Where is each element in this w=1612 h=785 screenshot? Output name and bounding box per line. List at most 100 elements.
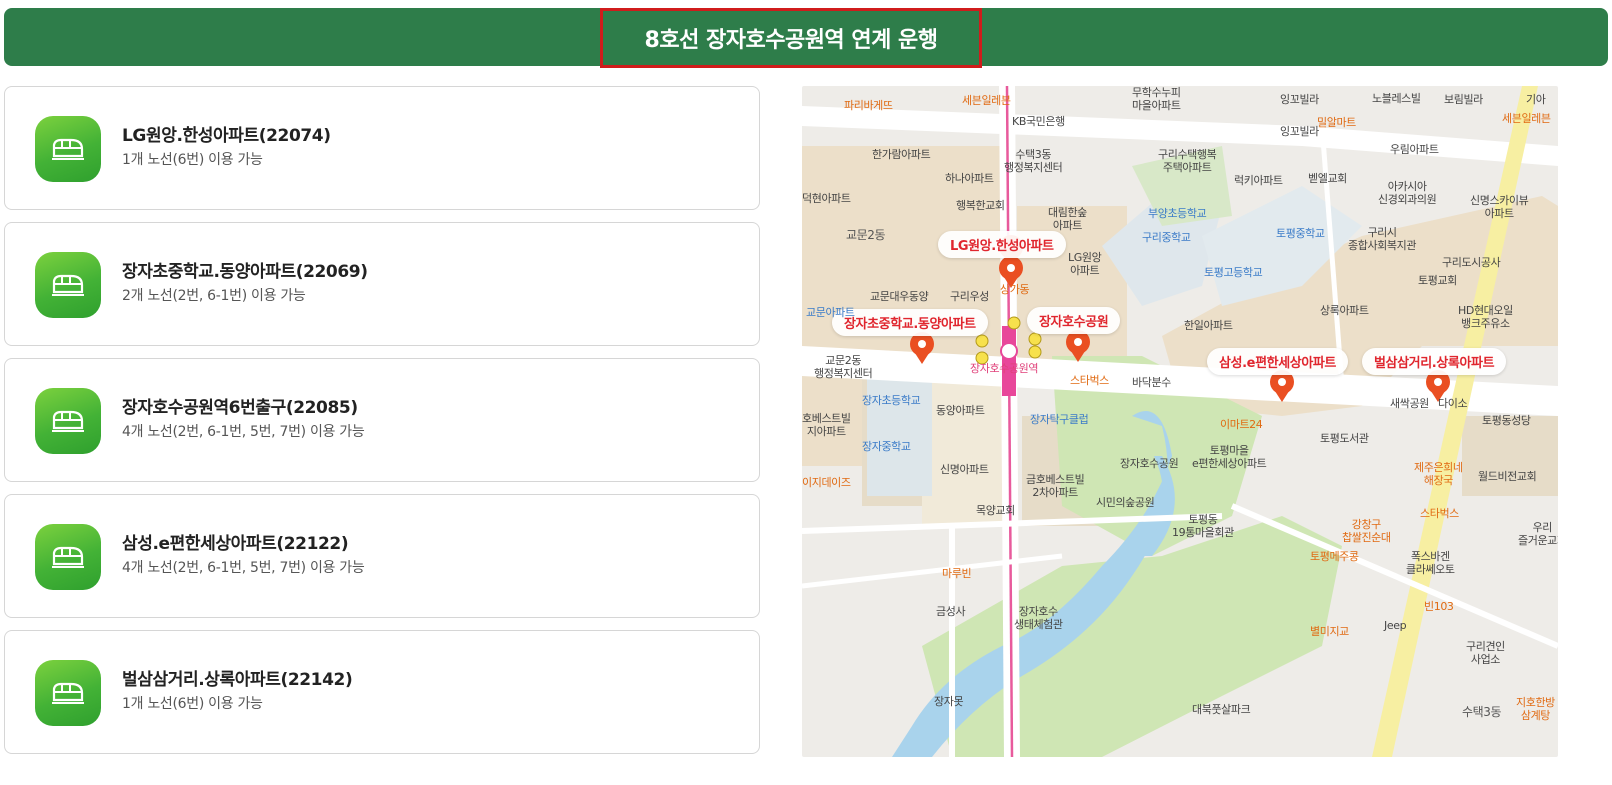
bus-stop-name: 장자호수공원역6번출구(22085) [122, 398, 358, 418]
poi-label: 장자초등학교 [862, 394, 921, 407]
bus-stop-name: LG원앙.한성아파트(22074) [122, 126, 331, 146]
poi-label: 구리중학교 [1142, 231, 1191, 244]
map-marker-label[interactable]: 장자초중학교.동양아파트 [832, 309, 988, 336]
poi-label: 장자호수 생태체험관 [1014, 605, 1063, 631]
poi-label: 토평고등학교 [1204, 266, 1263, 279]
bus-stop-name: 벌삼삼거리.상록아파트(22142) [122, 670, 353, 690]
bus-stop-icon [35, 388, 101, 454]
poi-label: KB국민은행 [1012, 115, 1065, 128]
poi-label: 구리우성 [950, 290, 989, 303]
poi-label: 폭스바겐 클라쎄오토 [1406, 550, 1455, 576]
page-title: 8호선 장자호수공원역 연계 운행 [644, 28, 938, 53]
map-marker-label[interactable]: 벌삼삼거리.상록아파트 [1362, 348, 1507, 375]
poi-label: 파리바게뜨 [844, 99, 893, 112]
poi-label: 지호한방 삼계탕 [1516, 696, 1555, 722]
bus-stop-name: 삼성.e편한세상아파트(22122) [122, 534, 349, 554]
poi-label: 대림한숲 아파트 [1048, 206, 1087, 232]
poi-label: 제주은희네 해장국 [1414, 461, 1463, 487]
bus-stop-routes: 1개 노선(6번) 이용 가능 [122, 696, 263, 712]
bus-stop-routes: 1개 노선(6번) 이용 가능 [122, 152, 263, 168]
map-background [802, 86, 1558, 757]
bus-stop-card[interactable]: 벌삼삼거리.상록아파트(22142) 1개 노선(6번) 이용 가능 [4, 630, 760, 754]
poi-label: 우리 즐거운교회 [1518, 521, 1558, 547]
bus-stop-icon [35, 524, 101, 590]
map-marker-label[interactable]: LG원앙.한성아파트 [938, 231, 1066, 258]
poi-label: 토평마을 e편한세상아파트 [1192, 444, 1267, 470]
poi-label: 토평중학교 [1276, 227, 1325, 240]
poi-label: 목양교회 [976, 504, 1015, 517]
poi-label: 구리도시공사 [1442, 256, 1501, 269]
poi-label: 토평동성당 [1482, 414, 1531, 427]
poi-label: 스타벅스 [1070, 374, 1109, 387]
station-label[interactable]: 장자호수공원역 [970, 362, 1038, 375]
map[interactable]: LG원앙.한성아파트 장자초중학교.동양아파트 장자호수공원 삼성.e편한세상아… [802, 86, 1558, 757]
bus-stop-name: 장자초중학교.동양아파트(22069) [122, 262, 368, 282]
bus-stop-routes: 4개 노선(2번, 6-1번, 5번, 7번) 이용 가능 [122, 424, 365, 440]
poi-label: 행복한교회 [956, 199, 1005, 212]
poi-label: 부양초등학교 [1148, 207, 1207, 220]
poi-label: 장자못 [934, 695, 964, 708]
poi-label: 잉꼬빌라 [1280, 125, 1319, 138]
bus-stop-icon [35, 660, 101, 726]
poi-label: 수택3동 행정복지센터 [1004, 148, 1063, 174]
poi-label: 강창구 찹쌀진순대 [1342, 518, 1391, 544]
poi-label: 토평교회 [1418, 274, 1457, 287]
poi-label: 마루빈 [942, 567, 972, 580]
poi-label: 구리수택행복 주택아파트 [1158, 148, 1217, 174]
poi-label: HD현대오일 뱅크주유소 [1458, 304, 1513, 330]
poi-label: 토평메주콩 [1310, 550, 1359, 563]
poi-label: 이마트24 [1220, 418, 1263, 431]
poi-label: 럭키아파트 [1234, 174, 1283, 187]
bus-stop-routes: 2개 노선(2번, 6-1번) 이용 가능 [122, 288, 306, 304]
poi-label: 아카시아 신경외과의원 [1378, 180, 1437, 206]
poi-label: 월드비전교회 [1478, 470, 1537, 483]
poi-label: 새싹공원 [1390, 397, 1429, 410]
poi-label: 금호베스트빌 2차아파트 [1026, 473, 1085, 499]
poi-label: 신명스카이뷰 아파트 [1470, 194, 1529, 220]
poi-label: 하나아파트 [945, 172, 994, 185]
poi-label: 세븐일레븐 [1502, 112, 1551, 125]
poi-label: 구리견인 사업소 [1466, 640, 1505, 666]
poi-label: 노블레스빌 [1372, 92, 1421, 105]
poi-label: 교문2동 [846, 228, 886, 242]
poi-label: LG원앙 아파트 [1068, 251, 1102, 277]
poi-label: 이지데이즈 [802, 476, 851, 489]
bus-stop-card[interactable]: LG원앙.한성아파트(22074) 1개 노선(6번) 이용 가능 [4, 86, 760, 210]
page-header: 8호선 장자호수공원역 연계 운행 [4, 8, 1608, 68]
bus-stop-card[interactable]: 장자호수공원역6번출구(22085) 4개 노선(2번, 6-1번, 5번, 7… [4, 358, 760, 482]
bus-stop-routes: 4개 노선(2번, 6-1번, 5번, 7번) 이용 가능 [122, 560, 365, 576]
bus-stop-icon [35, 252, 101, 318]
poi-label: 별미지교 [1310, 625, 1349, 638]
poi-label: 무학수누피 마을아파트 [1132, 86, 1181, 112]
poi-label: 토평도서관 [1320, 432, 1369, 445]
poi-label: 교문2동 행정복지센터 [814, 354, 873, 380]
poi-label: 대북풋살파크 [1192, 703, 1251, 716]
bus-stop-card[interactable]: 장자초중학교.동양아파트(22069) 2개 노선(2번, 6-1번) 이용 가… [4, 222, 760, 346]
poi-label: 한일아파트 [1184, 319, 1233, 332]
poi-label: 신명아파트 [940, 463, 989, 476]
poi-label: 덕현아파트 [802, 192, 851, 205]
poi-label: 호베스트빌 지아파트 [802, 412, 851, 438]
poi-label: 보림빌라 [1444, 93, 1483, 106]
poi-label: 수택3동 [1462, 705, 1502, 719]
map-marker-label[interactable]: 삼성.e편한세상아파트 [1207, 348, 1348, 375]
poi-label: 벧엘교회 [1308, 172, 1347, 185]
bus-stop-card[interactable]: 삼성.e편한세상아파트(22122) 4개 노선(2번, 6-1번, 5번, 7… [4, 494, 760, 618]
poi-label: 상록아파트 [1320, 304, 1369, 317]
poi-label: 한가람아파트 [872, 148, 931, 161]
poi-label: 구리시 종합사회복지관 [1348, 226, 1417, 252]
poi-label: 세븐일레븐 [962, 94, 1011, 107]
poi-label: Jeep [1384, 619, 1407, 632]
poi-label: 스타벅스 [1420, 507, 1459, 520]
poi-label: 장자호수공원 [1120, 457, 1179, 470]
poi-label: 기아 [1526, 93, 1546, 106]
poi-label: 토평동 19통마을회관 [1172, 513, 1234, 539]
poi-label: 교문대우동양 [870, 290, 929, 303]
map-marker-label[interactable]: 장자호수공원 [1027, 307, 1121, 334]
poi-label: 밀알마트 [1317, 116, 1356, 129]
poi-label: 시민의숲공원 [1096, 496, 1155, 509]
poi-label: 교문아파트 [806, 306, 855, 319]
poi-label: 동양아파트 [936, 404, 985, 417]
poi-label: 장자탁구클럽 [1030, 413, 1089, 426]
poi-label: 빈103 [1424, 600, 1454, 613]
